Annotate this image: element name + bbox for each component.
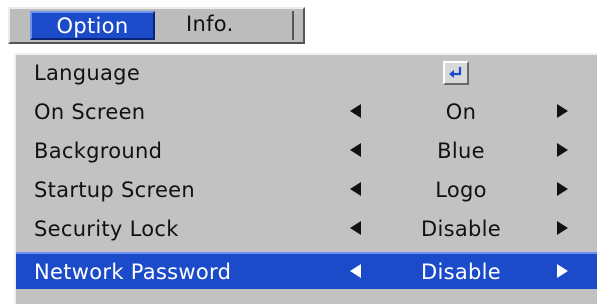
option-menu-panel: Language On Screen On Background Blue St… <box>14 53 597 304</box>
tab-bar: Option Info. <box>8 7 305 44</box>
arrow-left-icon[interactable] <box>350 104 361 118</box>
menu-item-value: On <box>445 100 477 124</box>
arrow-right-icon[interactable] <box>557 221 568 235</box>
menu-item-background[interactable]: Background Blue <box>16 133 597 170</box>
menu-item-security-lock[interactable]: Security Lock Disable <box>16 211 597 248</box>
projector-osd-screen: Option Info. Language On Screen On Backg… <box>0 0 597 304</box>
arrow-right-icon[interactable] <box>557 264 568 278</box>
menu-item-label: Security Lock <box>34 217 179 241</box>
menu-item-label: On Screen <box>34 100 146 124</box>
menu-item-label: Background <box>34 139 163 163</box>
arrow-right-icon[interactable] <box>557 104 568 118</box>
arrow-left-icon[interactable] <box>350 264 361 278</box>
menu-item-value: Logo <box>435 178 487 202</box>
menu-item-label: Language <box>34 61 141 85</box>
arrow-right-icon[interactable] <box>557 143 568 157</box>
tab-info[interactable]: Info. <box>158 11 294 40</box>
arrow-left-icon[interactable] <box>350 221 361 235</box>
menu-item-network-password[interactable]: Network Password Disable <box>16 252 597 289</box>
menu-item-on-screen[interactable]: On Screen On <box>16 94 597 131</box>
menu-item-label: Network Password <box>34 260 232 284</box>
menu-item-value: Disable <box>421 260 501 284</box>
tab-option[interactable]: Option <box>30 11 155 40</box>
arrow-left-icon[interactable] <box>350 182 361 196</box>
enter-key-icon[interactable] <box>443 61 469 85</box>
menu-item-startup-screen[interactable]: Startup Screen Logo <box>16 172 597 209</box>
menu-item-label: Startup Screen <box>34 178 196 202</box>
arrow-left-icon[interactable] <box>350 143 361 157</box>
menu-item-value: Disable <box>421 217 501 241</box>
menu-item-language[interactable]: Language <box>16 55 597 92</box>
arrow-right-icon[interactable] <box>557 182 568 196</box>
menu-item-value: Blue <box>437 139 485 163</box>
